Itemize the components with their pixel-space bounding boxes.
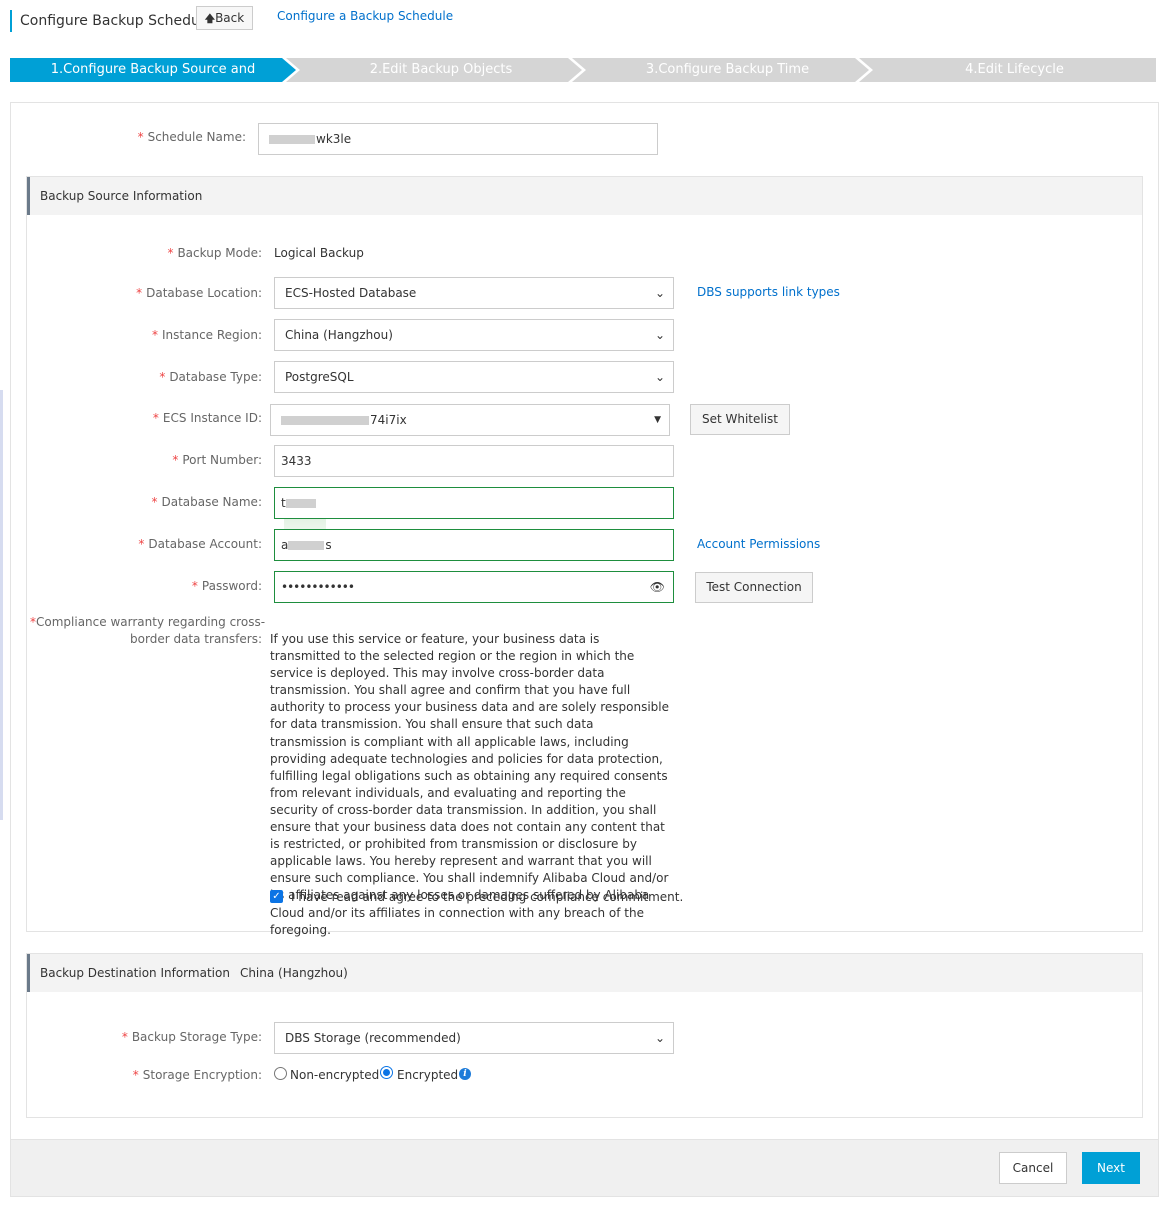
schedule-name-value: wk3le [316,132,351,146]
info-icon[interactable]: i [459,1068,471,1080]
db-type-label: *Database Type: [100,370,262,384]
password-label: *Password: [100,579,262,593]
ecs-instance-label: *ECS Instance ID: [100,411,262,425]
region-label: *Instance Region: [100,328,262,342]
db-location-label: *Database Location: [100,286,262,300]
db-name-input[interactable]: t [274,487,674,519]
db-location-value: ECS-Hosted Database [285,286,416,300]
storage-type-label: *Backup Storage Type: [100,1030,262,1044]
link-types-link[interactable]: DBS supports link types [697,285,840,299]
password-input[interactable]: •••••••••••• 👁 [274,571,674,603]
step-1: 1.Configure Backup Source and [10,58,296,82]
non-encrypted-label: Non-encrypted [290,1068,379,1082]
db-type-value: PostgreSQL [285,370,354,384]
backup-mode-value: Logical Backup [274,246,364,260]
redacted-text [288,541,324,550]
chevron-down-icon: ⌄ [655,1023,665,1053]
destination-heading-text: Backup Destination Information [40,966,230,980]
encrypted-radio[interactable] [380,1066,393,1079]
db-account-value: a [281,538,288,552]
backup-destination-heading: Backup Destination Information China (Han… [27,954,1142,992]
port-value: 3433 [281,454,312,468]
storage-type-value: DBS Storage (recommended) [285,1031,461,1045]
storage-encryption-label: *Storage Encryption: [100,1068,262,1082]
cancel-button[interactable]: Cancel [999,1152,1067,1184]
test-connection-button[interactable]: Test Connection [695,572,813,603]
set-whitelist-button[interactable]: Set Whitelist [690,404,790,435]
step-3: 3.Configure Backup Time [586,58,869,82]
step-2: 2.Edit Backup Objects [300,58,582,82]
port-input[interactable]: 3433 [274,445,674,477]
back-button[interactable]: 🡅Back [196,6,253,30]
db-account-label: *Database Account: [100,537,262,551]
redacted-text [281,416,369,425]
backup-source-heading: Backup Source Information [27,177,1142,215]
ecs-instance-select[interactable]: 74i7ix ▼ [270,404,670,436]
redacted-text [269,135,315,144]
account-permissions-link[interactable]: Account Permissions [697,537,820,551]
db-account-suffix: s [325,538,331,552]
non-encrypted-radio[interactable] [274,1067,287,1080]
region-value: China (Hangzhou) [285,328,393,342]
page-title: Configure Backup Schedule [10,10,212,32]
password-value: •••••••••••• [281,580,354,594]
chevron-down-icon: ⌄ [655,362,665,392]
back-button-label: Back [215,11,244,25]
eye-slash-icon[interactable]: 👁 [650,572,665,602]
caret-down-icon: ▼ [654,405,661,435]
storage-type-select[interactable]: DBS Storage (recommended) ⌄ [274,1022,674,1054]
help-link[interactable]: Configure a Backup Schedule [277,9,453,23]
encrypted-label: Encrypted [397,1068,458,1082]
db-account-input[interactable]: as [274,529,674,561]
next-button[interactable]: Next [1082,1152,1140,1184]
footer-bar [11,1139,1158,1196]
db-name-label: *Database Name: [100,495,262,509]
agree-label: I have read and agree to the preceding c… [291,890,683,904]
db-type-select[interactable]: PostgreSQL ⌄ [274,361,674,393]
region-select[interactable]: China (Hangzhou) ⌄ [274,319,674,351]
step-4: 4.Edit Lifecycle [873,58,1156,82]
schedule-name-label: *Schedule Name: [100,130,246,144]
redacted-text [286,499,316,508]
chevron-down-icon: ⌄ [655,278,665,308]
chevron-down-icon: ⌄ [655,320,665,350]
port-label: *Port Number: [100,453,262,467]
db-location-select[interactable]: ECS-Hosted Database ⌄ [274,277,674,309]
ecs-instance-value: 74i7ix [370,413,407,427]
destination-heading-region: China (Hangzhou) [240,966,348,980]
agree-checkbox[interactable]: ✓ [270,890,283,903]
up-arrow-icon: 🡅 [205,14,215,25]
step-progress: 1.Configure Backup Source and 2.Edit Bac… [10,58,1156,82]
backup-mode-label: *Backup Mode: [100,246,262,260]
compliance-label: *Compliance warranty regarding cross-bor… [30,614,262,648]
left-edge-strip [0,390,3,820]
schedule-name-input[interactable]: wk3le [258,123,658,155]
